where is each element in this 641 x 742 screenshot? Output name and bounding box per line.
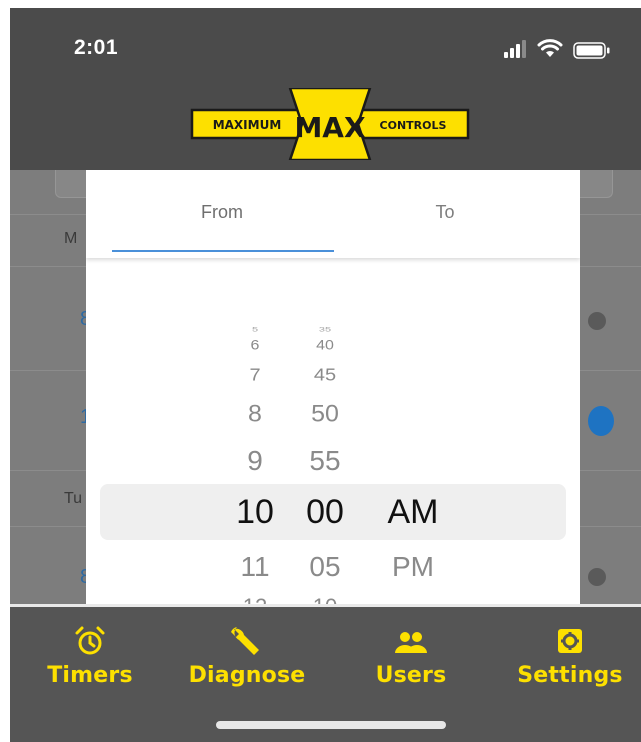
bottom-tab-bar: Timers Diagnose Users Settings (10, 604, 641, 742)
tab-from[interactable]: From (112, 202, 332, 223)
minute-option[interactable]: 40 (295, 339, 355, 353)
home-indicator[interactable] (216, 721, 446, 729)
tab-to[interactable]: To (332, 202, 558, 223)
minute-option[interactable]: 10 (295, 596, 355, 604)
picker-tabs: From To (86, 170, 580, 258)
active-tab-indicator (112, 250, 334, 252)
background-toggle (588, 312, 606, 330)
users-icon (395, 632, 427, 653)
period-option[interactable]: PM (378, 552, 448, 582)
hour-option[interactable]: 5 (225, 326, 285, 332)
hour-option[interactable]: 12 (225, 596, 285, 604)
tab-settings-label: Settings (517, 663, 623, 688)
status-time: 2:01 (74, 36, 119, 59)
background-toggle (588, 568, 606, 586)
minute-option[interactable]: 55 (295, 446, 355, 476)
wrench-icon (231, 627, 259, 655)
wifi-icon (537, 39, 563, 57)
max-controls-logo: MAXIMUM MAX CONTROLS (190, 88, 470, 160)
selected-hour[interactable]: 10 (225, 494, 285, 530)
hour-option[interactable]: 8 (225, 401, 285, 428)
hour-option[interactable]: 11 (225, 552, 285, 582)
selected-minute[interactable]: 00 (295, 494, 355, 530)
hour-option[interactable]: 6 (225, 339, 285, 353)
minute-option[interactable]: 05 (295, 552, 355, 582)
logo-left-text: MAXIMUM (213, 118, 282, 132)
time-wheel-picker[interactable]: 5 6 7 8 9 10 11 12 35 40 45 50 55 00 05 … (86, 280, 580, 604)
battery-icon (573, 42, 610, 59)
cellular-signal-icon (504, 40, 526, 58)
app-header: 2:01 MAXIMUM MAX CONTROLS (10, 8, 641, 170)
settings-gear-icon (558, 629, 582, 653)
tab-diagnose-label: Diagnose (188, 663, 306, 688)
background-day-label: M (64, 230, 78, 247)
hour-option[interactable]: 9 (225, 446, 285, 476)
logo-right-text: CONTROLS (380, 119, 447, 132)
selected-period[interactable]: AM (378, 494, 448, 530)
status-icons (503, 39, 623, 60)
tab-diagnose[interactable]: Diagnose (182, 625, 312, 688)
time-range-picker-modal: From To 5 6 7 8 9 10 11 12 35 40 45 50 5… (86, 170, 580, 604)
minute-option[interactable]: 50 (295, 401, 355, 428)
tab-timers[interactable]: Timers (40, 625, 140, 688)
app-screen: 2:01 MAXIMUM MAX CONTROLS M Tu From To 5… (10, 8, 641, 742)
tab-timers-label: Timers (47, 663, 133, 688)
background-toggle-active (588, 406, 614, 436)
tab-users[interactable]: Users (366, 625, 456, 688)
tab-users-label: Users (375, 663, 447, 688)
tab-settings[interactable]: Settings (510, 625, 630, 688)
minute-option[interactable]: 45 (295, 365, 355, 385)
alarm-clock-icon (75, 626, 105, 655)
background-day-label: Tu (64, 490, 83, 507)
logo-center-text: MAX (294, 111, 366, 144)
hour-option[interactable]: 7 (225, 365, 285, 385)
minute-option[interactable]: 35 (295, 326, 355, 332)
